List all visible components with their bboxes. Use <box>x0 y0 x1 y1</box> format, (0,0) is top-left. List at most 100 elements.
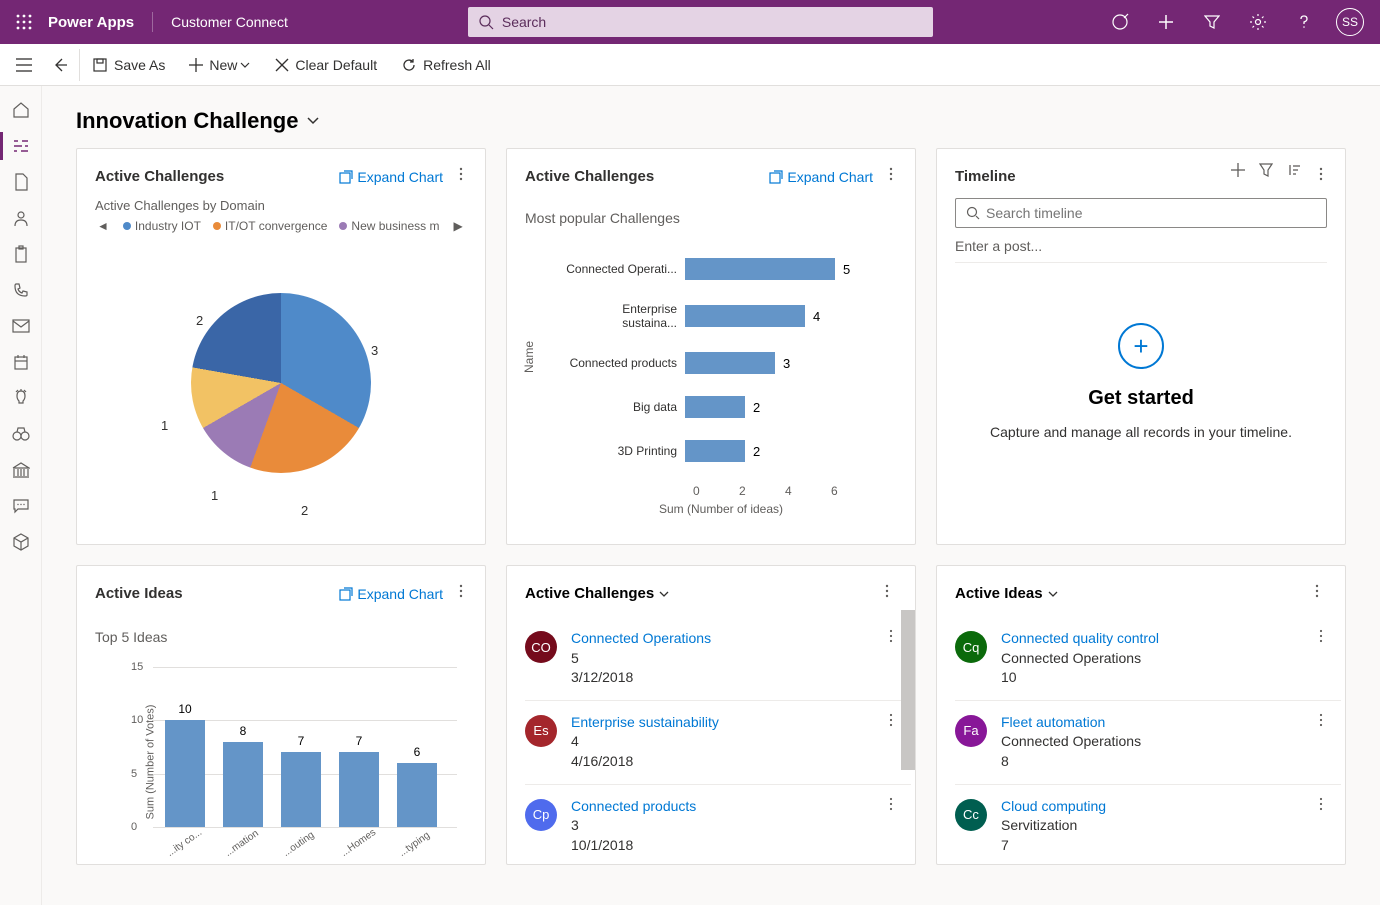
hbar-bar[interactable] <box>685 440 745 462</box>
hbar-category: Big data <box>565 400 685 414</box>
scrollbar[interactable] <box>901 610 915 770</box>
refresh-all-button[interactable]: Refresh All <box>389 44 503 85</box>
more-icon[interactable] <box>889 629 893 648</box>
rail-package-icon[interactable] <box>0 524 42 560</box>
expand-icon <box>339 587 353 601</box>
target-icon[interactable] <box>1098 0 1142 44</box>
vbar-category: ...mation <box>223 827 262 859</box>
rail-home-icon[interactable] <box>0 92 42 128</box>
hbar-row: Enterprise sustaina...4 <box>565 302 877 330</box>
list-avatar: Es <box>525 715 557 747</box>
list-item-title: Enterprise sustainability <box>571 713 875 733</box>
vbar-value: 8 <box>240 724 247 738</box>
help-icon[interactable] <box>1282 0 1326 44</box>
rail-clipboard-icon[interactable] <box>0 236 42 272</box>
expand-chart-button[interactable]: Expand Chart <box>769 169 873 185</box>
list-item[interactable]: Cq Connected quality controlConnected Op… <box>955 617 1341 700</box>
more-icon[interactable] <box>889 713 893 732</box>
hbar-row: 3D Printing2 <box>565 440 877 462</box>
more-icon[interactable] <box>1319 713 1323 732</box>
vbar-bar[interactable]: 6 <box>397 763 437 827</box>
more-icon[interactable] <box>1319 629 1323 648</box>
settings-icon[interactable] <box>1236 0 1280 44</box>
hbar-bar[interactable] <box>685 396 745 418</box>
close-icon <box>275 58 289 72</box>
hbar-value: 5 <box>843 262 850 277</box>
list-item[interactable]: Es Enterprise sustainability44/16/2018 <box>525 700 911 784</box>
user-avatar[interactable]: SS <box>1328 0 1372 44</box>
more-icon[interactable] <box>455 580 467 607</box>
list-item[interactable]: CO Connected Operations53/12/2018 <box>525 617 911 700</box>
hbar-chart[interactable]: Name Connected Operati...5Enterprise sus… <box>525 246 897 526</box>
hbar-chart-card: Active Challenges Expand Chart Most popu… <box>506 148 916 545</box>
save-as-button[interactable]: Save As <box>80 44 177 85</box>
legend-prev-icon[interactable]: ◄ <box>95 219 111 233</box>
hbar-bar[interactable] <box>685 258 835 280</box>
chevron-down-icon <box>658 588 670 600</box>
list-item[interactable]: Cc Cloud computingServitization7 <box>955 784 1341 865</box>
more-icon[interactable] <box>885 163 897 190</box>
search-icon <box>478 14 494 30</box>
pie-chart[interactable]: 3 2 1 1 2 <box>121 243 441 523</box>
list-title[interactable]: Active Ideas <box>955 585 1059 602</box>
expand-chart-button[interactable]: Expand Chart <box>339 586 443 602</box>
rail-contact-icon[interactable] <box>0 200 42 236</box>
rail-document-icon[interactable] <box>0 164 42 200</box>
vbar-bar[interactable]: 7 <box>339 752 379 827</box>
list-item-date: 4/16/2018 <box>571 752 875 772</box>
rail-dashboard-icon[interactable] <box>0 128 42 164</box>
rail-bank-icon[interactable] <box>0 452 42 488</box>
challenges-list-card: Active Challenges CO Connected Operation… <box>506 565 916 865</box>
vbar-bar[interactable]: 10 <box>165 720 205 827</box>
timeline-post-input[interactable]: Enter a post... <box>955 238 1327 263</box>
list-item[interactable]: Cp Connected products310/1/2018 <box>525 784 911 865</box>
vbar-chart[interactable]: Sum (Number of Votes) 15 10 5 0 108776 .… <box>95 651 467 861</box>
timeline-card: Timeline Enter a post... + Get started <box>936 148 1346 545</box>
global-search[interactable] <box>468 7 933 37</box>
list-title[interactable]: Active Challenges <box>525 585 670 602</box>
app-name[interactable]: Customer Connect <box>152 12 288 32</box>
list-avatar: Cq <box>955 631 987 663</box>
nav-toggle-icon[interactable] <box>8 49 40 81</box>
global-search-input[interactable] <box>502 14 923 30</box>
more-icon[interactable] <box>1311 580 1323 607</box>
timeline-sort-icon[interactable] <box>1287 163 1301 190</box>
rail-idea-icon[interactable] <box>0 380 42 416</box>
rail-binoculars-icon[interactable] <box>0 416 42 452</box>
rail-calendar-icon[interactable] <box>0 344 42 380</box>
vbar-bar[interactable]: 7 <box>281 752 321 827</box>
more-icon[interactable] <box>881 580 893 607</box>
timeline-filter-icon[interactable] <box>1259 163 1273 190</box>
top-header: Power Apps Customer Connect SS <box>0 0 1380 44</box>
rail-mail-icon[interactable] <box>0 308 42 344</box>
more-icon[interactable] <box>889 797 893 816</box>
timeline-getstarted-icon[interactable]: + <box>1118 323 1164 369</box>
hbar-category: Enterprise sustaina... <box>565 302 685 330</box>
rail-chat-icon[interactable] <box>0 488 42 524</box>
hbar-bar[interactable] <box>685 352 775 374</box>
add-icon[interactable] <box>1144 0 1188 44</box>
search-icon <box>966 206 980 220</box>
back-button[interactable] <box>48 49 80 81</box>
expand-icon <box>339 170 353 184</box>
legend-next-icon[interactable]: ▶ <box>451 219 464 233</box>
vbar-value: 10 <box>178 702 191 716</box>
timeline-add-icon[interactable] <box>1231 163 1245 190</box>
filter-icon[interactable] <box>1190 0 1234 44</box>
app-launcher-icon[interactable] <box>8 6 40 38</box>
timeline-search-input[interactable] <box>986 205 1316 221</box>
list-item[interactable]: Fa Fleet automationConnected Operations8 <box>955 700 1341 784</box>
vbar-value: 7 <box>298 734 305 748</box>
timeline-search[interactable] <box>955 198 1327 228</box>
more-icon[interactable] <box>455 163 467 190</box>
hbar-row: Connected Operati...5 <box>565 258 877 280</box>
more-icon[interactable] <box>1315 163 1327 190</box>
more-icon[interactable] <box>1319 797 1323 816</box>
page-title[interactable]: Innovation Challenge <box>42 86 1380 148</box>
rail-phone-icon[interactable] <box>0 272 42 308</box>
hbar-bar[interactable] <box>685 305 805 327</box>
vbar-bar[interactable]: 8 <box>223 742 263 827</box>
expand-chart-button[interactable]: Expand Chart <box>339 169 443 185</box>
new-button[interactable]: New <box>177 44 263 85</box>
clear-default-button[interactable]: Clear Default <box>263 44 389 85</box>
